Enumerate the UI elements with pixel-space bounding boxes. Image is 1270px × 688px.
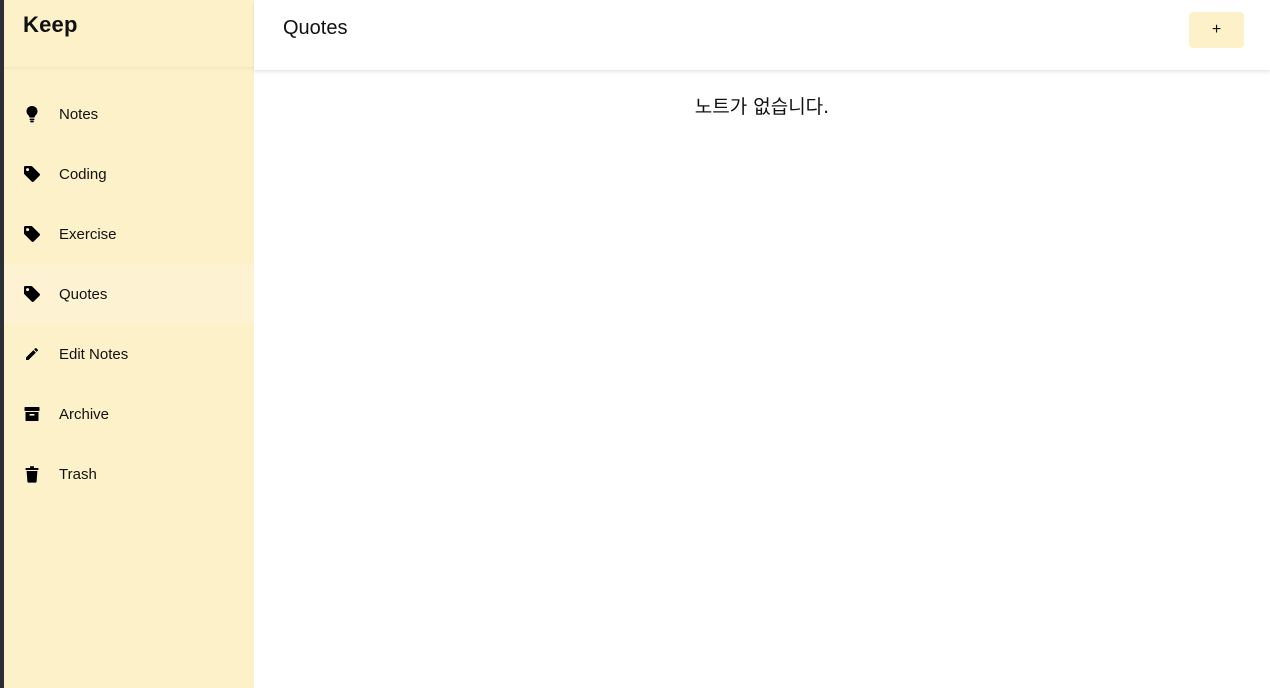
sidebar-item-archive[interactable]: Archive [4, 384, 254, 444]
page-title: Quotes [283, 16, 348, 39]
sidebar-item-label: Coding [59, 165, 107, 183]
sidebar-item-coding[interactable]: Coding [4, 144, 254, 204]
sidebar-item-trash[interactable]: Trash [4, 444, 254, 504]
pencil-icon [23, 345, 41, 363]
sidebar-item-exercise[interactable]: Exercise [4, 204, 254, 264]
sidebar-item-label: Trash [59, 465, 97, 483]
sidebar-item-edit-notes[interactable]: Edit Notes [4, 324, 254, 384]
tag-icon [23, 225, 41, 243]
lightbulb-icon [23, 105, 41, 123]
top-bar: Quotes + [254, 0, 1270, 70]
app-brand: Keep [4, 0, 254, 68]
sidebar-item-label: Exercise [59, 225, 117, 243]
tag-icon [23, 285, 41, 303]
tag-icon [23, 165, 41, 183]
sidebar-item-notes[interactable]: Notes [4, 84, 254, 144]
sidebar: Keep Notes Coding Exercise Quotes Edit N… [4, 0, 254, 688]
empty-state-message: 노트가 없습니다. [694, 96, 830, 118]
sidebar-item-label: Notes [59, 105, 99, 123]
sidebar-item-label: Edit Notes [59, 345, 129, 363]
sidebar-item-label: Archive [59, 405, 110, 423]
archive-icon [23, 405, 41, 423]
app-window: Keep Notes Coding Exercise Quotes Edit N… [0, 0, 1270, 688]
sidebar-item-label: Quotes [59, 285, 108, 303]
main-content: Quotes + 노트가 없습니다. [254, 0, 1270, 688]
add-note-button[interactable]: + [1189, 12, 1244, 48]
sidebar-nav: Notes Coding Exercise Quotes Edit Notes … [4, 68, 254, 504]
sidebar-item-quotes[interactable]: Quotes [4, 264, 254, 324]
trash-icon [23, 465, 41, 483]
